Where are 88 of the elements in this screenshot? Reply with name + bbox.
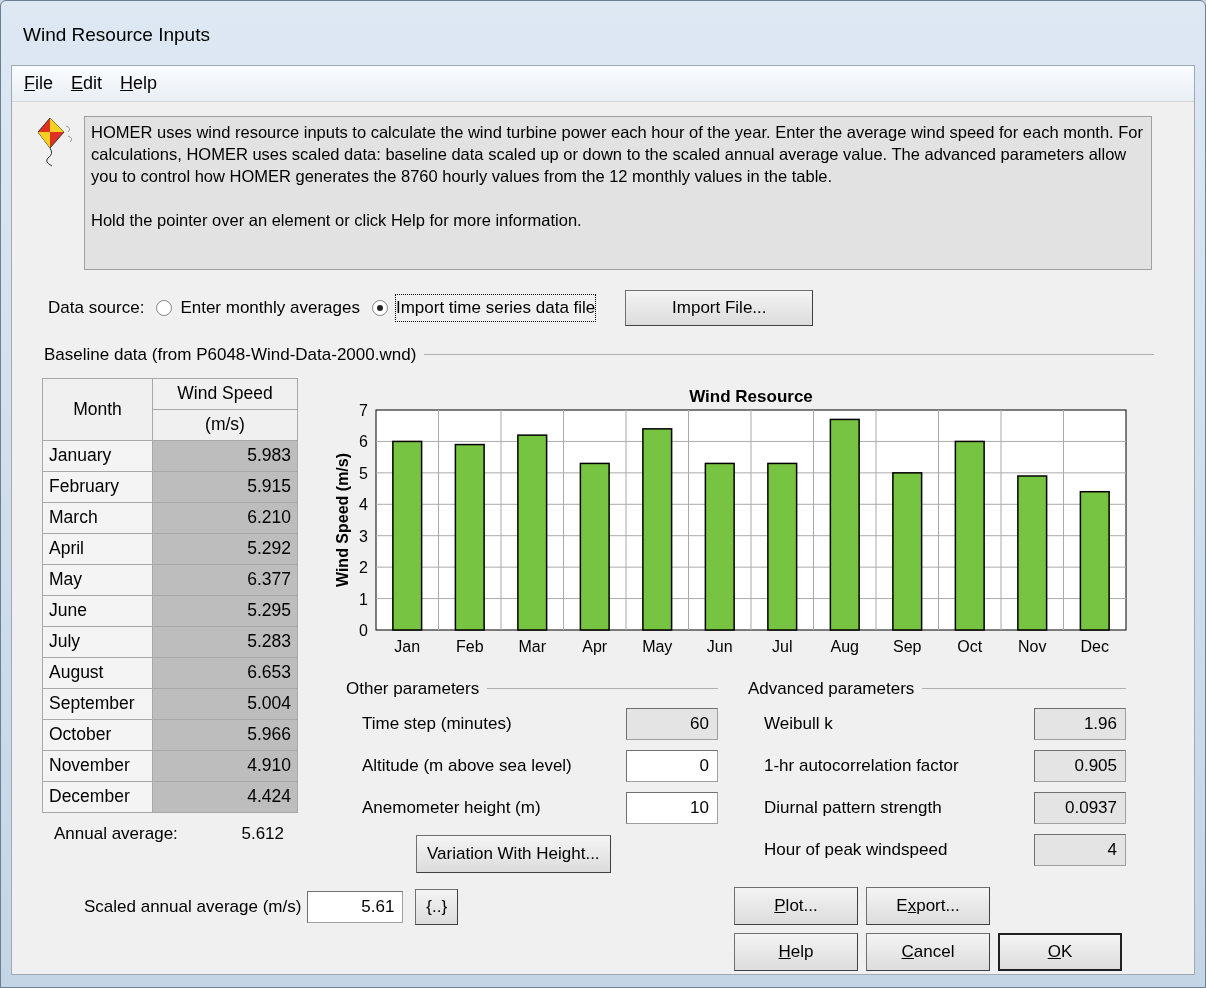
field-label: Hour of peak windspeed — [764, 839, 948, 862]
month-cell: October — [42, 719, 153, 750]
month-cell: April — [42, 533, 153, 564]
month-cell: November — [42, 750, 153, 781]
field-label: 1-hr autocorrelation factor — [764, 755, 959, 778]
input-field[interactable]: 0 — [626, 750, 718, 782]
annual-average-value: 5.612 — [241, 822, 284, 845]
axis-tick-label: 2 — [359, 558, 368, 576]
import-file-button[interactable]: Import File... — [625, 290, 814, 326]
month-cell: June — [42, 595, 153, 626]
axis-tick-label: Jun — [706, 637, 733, 655]
axis-tick-label: 3 — [359, 527, 368, 545]
info-panel: HOMER uses wind resource inputs to calculate the wind turbine power each hour of the year. Enter the average wind speed for each month. For calculations, HOMER uses scaled data: baseline data scaled up or down to the scaled annual average value. The advanced parameters allow you to control how HOMER generates the 8760 hourly values from the 12 monthly values in the table. Hold the pointer over an element or click Help for more information. — [84, 116, 1152, 270]
column-header: Wind Speed — [152, 378, 298, 409]
month-cell: January — [42, 440, 153, 471]
menu-item[interactable]: Edit — [71, 70, 103, 97]
radio-label[interactable]: Enter monthly averages — [180, 295, 360, 321]
field-label: Time step (minutes) — [362, 713, 512, 736]
group-title: Other parameters — [346, 677, 480, 700]
chart-title: Wind Resource — [689, 386, 813, 406]
data-source-label: Data source: — [48, 297, 145, 320]
dialog-button[interactable]: Cancel — [866, 933, 990, 971]
input-field[interactable]: 10 — [626, 792, 718, 824]
month-cell: September — [42, 688, 153, 719]
wind-speed-cell: 6.210 — [152, 502, 298, 533]
wind-speed-cell: 5.283 — [152, 626, 298, 657]
wind-speed-cell: 6.653 — [152, 657, 298, 688]
input-field[interactable]: 4 — [1034, 834, 1126, 866]
input-field[interactable]: 0.905 — [1034, 750, 1126, 782]
wind-speed-cell: 4.910 — [152, 750, 298, 781]
axis-tick-label: Oct — [957, 637, 983, 655]
menu-item[interactable]: Help — [120, 70, 158, 97]
field-label: Weibull k — [764, 713, 833, 736]
ellipsis-button[interactable]: {..} — [415, 889, 459, 925]
dialog-button[interactable]: Export... — [866, 887, 990, 925]
radio-button[interactable] — [156, 300, 173, 316]
column-unit: (m/s) — [152, 409, 298, 440]
input-field[interactable]: 5.61 — [307, 891, 404, 923]
axis-tick-label: 5 — [359, 464, 368, 482]
wind-speed-cell: 5.004 — [152, 688, 298, 719]
field-label: Anemometer height (m) — [362, 797, 541, 820]
axis-tick-label: 1 — [359, 590, 368, 608]
axis-tick-label: Nov — [1018, 637, 1047, 655]
variation-with-height-button[interactable]: Variation With Height... — [416, 835, 611, 873]
wind-speed-cell: 5.295 — [152, 595, 298, 626]
input-field[interactable]: 60 — [626, 708, 718, 740]
wind-speed-cell: 4.424 — [152, 781, 298, 812]
month-cell: February — [42, 471, 153, 502]
axis-tick-label: 0 — [359, 621, 368, 639]
input-field[interactable]: 1.96 — [1034, 708, 1126, 740]
axis-title: Wind Speed (m/s) — [334, 452, 351, 587]
menu-item[interactable]: File — [24, 70, 53, 97]
annual-average-label: Annual average: — [54, 822, 178, 845]
month-cell: December — [42, 781, 153, 812]
axis-tick-label: 4 — [359, 495, 368, 513]
axis-tick-label: Sep — [893, 637, 922, 655]
group-title: Advanced parameters — [748, 677, 915, 700]
column-header: Month — [42, 378, 153, 440]
month-cell: July — [42, 626, 153, 657]
wind-speed-cell: 5.292 — [152, 533, 298, 564]
wind-speed-cell: 6.377 — [152, 564, 298, 595]
window-title: Wind Resource Inputs — [22, 23, 211, 47]
dialog-button[interactable]: OK — [998, 933, 1122, 971]
wind-speed-cell: 5.915 — [152, 471, 298, 502]
axis-tick-label: 7 — [359, 401, 368, 419]
month-cell: March — [42, 502, 153, 533]
dialog-button[interactable]: Help — [734, 933, 858, 971]
axis-tick-label: 6 — [359, 432, 368, 450]
month-cell: August — [42, 657, 153, 688]
wind-speed-cell: 5.983 — [152, 440, 298, 471]
axis-tick-label: Jul — [772, 637, 793, 655]
axis-tick-label: Jan — [394, 637, 421, 655]
wind-speed-cell: 5.966 — [152, 719, 298, 750]
radio-button[interactable] — [371, 300, 388, 316]
group-title: Baseline data (from P6048-Wind-Data-2000.wnd) — [44, 344, 417, 366]
axis-tick-label: Dec — [1080, 637, 1109, 655]
axis-tick-label: Feb — [455, 637, 484, 655]
field-label: Scaled annual average (m/s) — [84, 896, 302, 919]
field-label: Diurnal pattern strength — [764, 797, 942, 820]
month-cell: May — [42, 564, 153, 595]
dialog-button[interactable]: Plot... — [734, 887, 858, 925]
field-label: Altitude (m above sea level) — [362, 755, 572, 778]
axis-tick-label: May — [642, 637, 673, 655]
axis-tick-label: Mar — [518, 637, 547, 655]
axis-tick-label: Apr — [582, 637, 608, 655]
input-field[interactable]: 0.0937 — [1034, 792, 1126, 824]
axis-tick-label: Aug — [830, 637, 859, 655]
radio-label[interactable]: Import time series data file — [395, 295, 596, 321]
